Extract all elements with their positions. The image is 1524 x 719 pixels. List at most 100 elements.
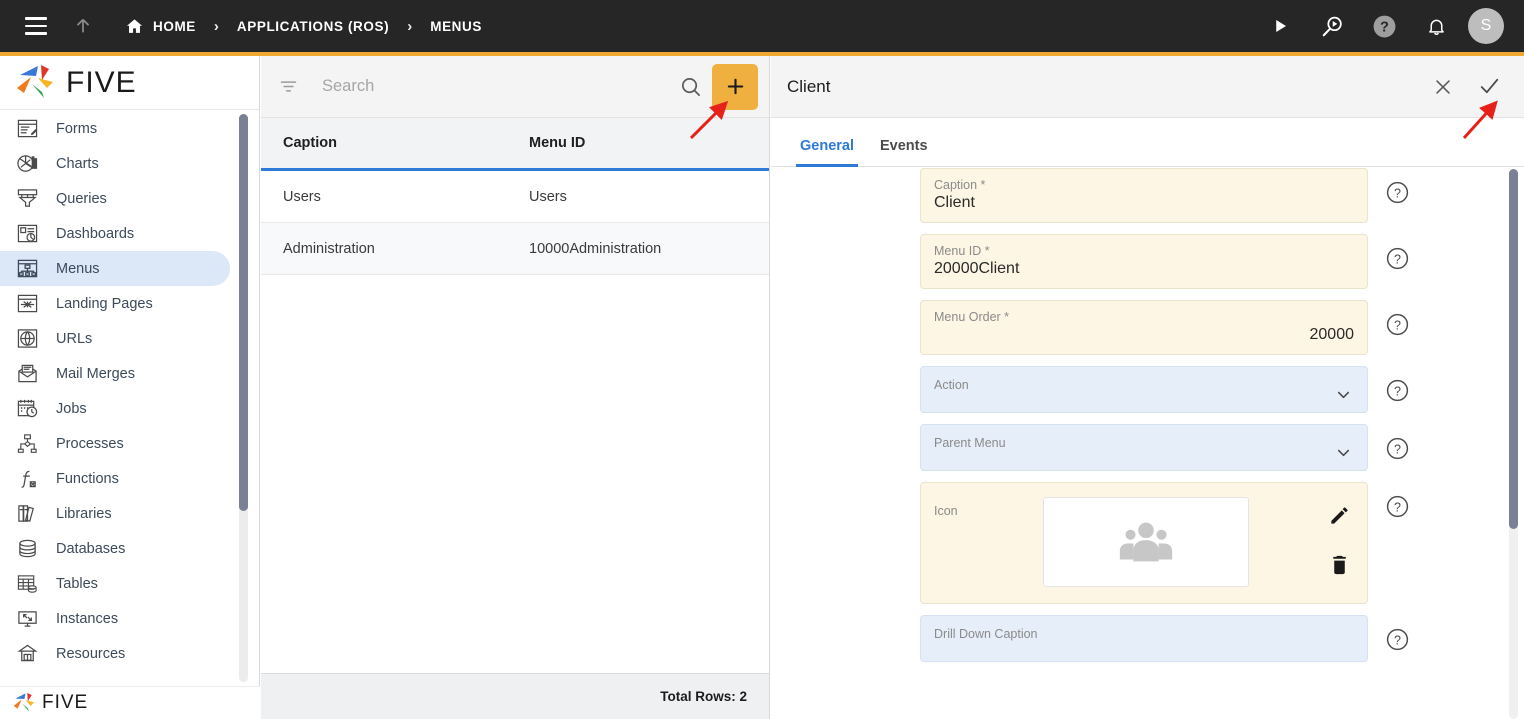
parent-menu-select[interactable]: Parent Menu	[920, 424, 1368, 471]
total-rows-label: Total Rows: 2	[660, 689, 747, 704]
five-logo-mark	[17, 64, 53, 98]
menu-id-field[interactable]: Menu ID * 20000Client	[920, 234, 1368, 289]
databases-icon	[14, 537, 40, 561]
tab-bar: General Events	[771, 118, 1524, 167]
field-label: Parent Menu	[934, 436, 1006, 450]
column-header-menu-id[interactable]: Menu ID	[506, 135, 585, 151]
sidebar-item-dashboards[interactable]: Dashboards	[0, 216, 230, 251]
sidebar-item-label: Functions	[56, 470, 119, 487]
breadcrumb-item-applications[interactable]: APPLICATIONS (ROS)	[237, 19, 389, 34]
add-button[interactable]	[712, 63, 758, 110]
question-circle-outline-icon[interactable]: ?	[1385, 180, 1411, 206]
detail-header-actions	[1430, 74, 1502, 100]
question-circle-outline-icon[interactable]: ?	[1385, 494, 1411, 520]
trash-icon[interactable]	[1328, 553, 1351, 576]
sidebar-item-landing-pages[interactable]: Landing Pages	[0, 286, 230, 321]
breadcrumb-item-home[interactable]: HOME	[153, 19, 196, 34]
icon-tools	[1328, 483, 1351, 576]
breadcrumb-separator: ›	[213, 17, 219, 35]
charts-icon	[14, 152, 40, 176]
field-row-menu-order: Menu Order * 20000 ?	[771, 300, 1524, 355]
table-row[interactable]: Administration 10000Administration	[261, 223, 769, 275]
magnify-play-icon[interactable]	[1312, 6, 1352, 46]
svg-text:?: ?	[1394, 442, 1401, 456]
breadcrumb-item-menus[interactable]: MENUS	[430, 19, 482, 34]
action-select[interactable]: Action	[920, 366, 1368, 413]
svg-text:?: ?	[1394, 384, 1401, 398]
sidebar-item-resources[interactable]: Resources	[0, 636, 230, 671]
chevron-down-icon[interactable]	[1334, 443, 1353, 467]
brand-logo-footer: FIVE	[0, 686, 260, 719]
svg-text:?: ?	[1394, 252, 1401, 266]
hamburger-icon[interactable]	[16, 6, 56, 46]
search-icon[interactable]	[679, 75, 702, 98]
question-circle-outline-icon[interactable]: ?	[1385, 312, 1411, 338]
search-input[interactable]	[322, 77, 679, 96]
menu-order-field[interactable]: Menu Order * 20000	[920, 300, 1368, 355]
tables-icon	[14, 572, 40, 596]
five-logo-mark-small	[13, 692, 35, 712]
sidebar-scrollbar-thumb[interactable]	[239, 114, 248, 511]
top-bar: HOME › APPLICATIONS (ROS) › MENUS ? S	[0, 0, 1524, 56]
sidebar-item-label: Resources	[56, 645, 126, 662]
sidebar-item-charts[interactable]: Charts	[0, 146, 230, 181]
sidebar-item-label: Queries	[56, 190, 107, 207]
icon-field[interactable]: Icon	[920, 482, 1368, 604]
sidebar-item-databases[interactable]: Databases	[0, 531, 230, 566]
breadcrumb-separator: ›	[407, 17, 413, 35]
table-row[interactable]: Users Users	[261, 171, 769, 223]
field-row-parent-menu: Parent Menu ?	[771, 424, 1524, 471]
field-label: Caption *	[934, 178, 986, 192]
sidebar-item-label: Processes	[56, 435, 124, 452]
sidebar-item-mail-merges[interactable]: Mail Merges	[0, 356, 230, 391]
svg-text:?: ?	[1394, 633, 1401, 647]
field-label: Action	[934, 378, 969, 392]
question-circle-outline-icon[interactable]: ?	[1385, 627, 1411, 653]
sidebar-item-processes[interactable]: Processes	[0, 426, 230, 461]
filter-icon[interactable]	[278, 76, 299, 97]
question-circle-icon[interactable]: ?	[1364, 6, 1404, 46]
page-title: Client	[787, 76, 831, 96]
pencil-icon[interactable]	[1328, 504, 1351, 527]
dashboards-icon	[14, 222, 40, 246]
sidebar-item-menus[interactable]: Menus	[0, 251, 230, 286]
field-label: Menu Order *	[934, 310, 1010, 324]
sidebar-item-urls[interactable]: URLs	[0, 321, 230, 356]
sidebar-item-label: Tables	[56, 575, 98, 592]
avatar[interactable]: S	[1468, 8, 1504, 44]
sidebar-item-libraries[interactable]: Libraries	[0, 496, 230, 531]
sidebar-item-tables[interactable]: Tables	[0, 566, 230, 601]
mail-merges-icon	[14, 362, 40, 386]
arrow-up-icon[interactable]	[63, 6, 103, 46]
question-circle-outline-icon[interactable]: ?	[1385, 246, 1411, 272]
sidebar-item-instances[interactable]: Instances	[0, 601, 230, 636]
brand-logo[interactable]: FIVE	[0, 56, 259, 110]
home-icon[interactable]	[125, 17, 144, 36]
sidebar-item-jobs[interactable]: Jobs	[0, 391, 230, 426]
play-icon[interactable]	[1260, 6, 1300, 46]
question-circle-outline-icon[interactable]: ?	[1385, 436, 1411, 462]
tab-general[interactable]: General	[796, 138, 858, 167]
detail-scrollbar-thumb[interactable]	[1509, 169, 1518, 529]
field-label: Icon	[934, 504, 958, 518]
icon-preview[interactable]	[1043, 497, 1249, 587]
sidebar-item-label: Libraries	[56, 505, 112, 522]
chevron-down-icon[interactable]	[1334, 385, 1353, 409]
field-value: Client	[934, 194, 975, 211]
tab-events[interactable]: Events	[880, 138, 928, 166]
sidebar-item-forms[interactable]: Forms	[0, 111, 230, 146]
svg-text:?: ?	[1394, 186, 1401, 200]
detail-panel: Client General Events Caption * Client ?…	[771, 56, 1524, 719]
caption-field[interactable]: Caption * Client	[920, 168, 1368, 223]
question-circle-outline-icon[interactable]: ?	[1385, 378, 1411, 404]
drill-down-caption-field[interactable]: Drill Down Caption	[920, 615, 1368, 662]
check-icon[interactable]	[1476, 74, 1502, 100]
bell-icon[interactable]	[1416, 6, 1456, 46]
sidebar-item-label: Mail Merges	[56, 365, 135, 382]
column-header-caption[interactable]: Caption	[261, 135, 506, 151]
sidebar-item-queries[interactable]: Queries	[0, 181, 230, 216]
close-icon[interactable]	[1430, 74, 1456, 100]
sidebar-item-functions[interactable]: Functions	[0, 461, 230, 496]
sidebar-item-label: Landing Pages	[56, 295, 153, 312]
field-row-action: Action ?	[771, 366, 1524, 413]
